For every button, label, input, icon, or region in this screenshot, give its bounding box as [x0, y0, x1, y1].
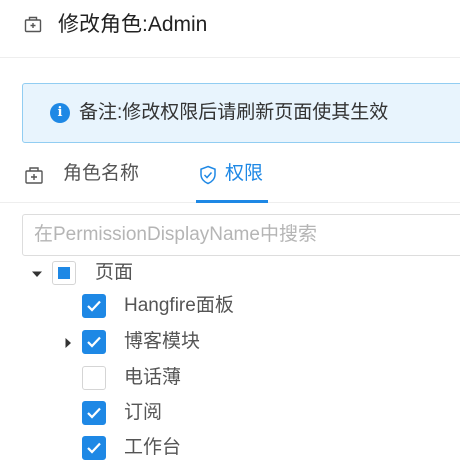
tree-node: Hangfire面板 — [0, 288, 460, 324]
tree-node-label: 页面 — [95, 262, 134, 283]
tab-role-name[interactable]: 角色名称 — [22, 150, 162, 202]
info-icon: i — [50, 103, 70, 123]
tab-label: 角色名称 — [63, 163, 140, 184]
tree-checkbox[interactable] — [82, 436, 106, 460]
tree-checkbox[interactable] — [82, 366, 106, 390]
page-title: 修改角色:Admin — [58, 13, 208, 36]
tab-permissions[interactable]: 权限 — [196, 150, 270, 203]
tree-node-label: 博客模块 — [124, 331, 201, 352]
shield-check-icon — [198, 165, 218, 185]
tree-checkbox[interactable] — [82, 294, 106, 318]
tree-node-label: 电话薄 — [124, 367, 182, 388]
tree-checkbox[interactable] — [82, 401, 106, 425]
tree-node-pages: 页面 — [0, 255, 460, 291]
role-icon — [24, 15, 42, 33]
tree-checkbox-indeterminate[interactable] — [52, 261, 76, 285]
search-input[interactable] — [23, 215, 460, 255]
role-icon — [24, 165, 44, 185]
tab-label: 权限 — [225, 163, 264, 184]
tree-node-label: 工作台 — [124, 437, 182, 458]
tree-node: 订阅 — [0, 395, 460, 431]
caret-right-icon[interactable] — [62, 336, 74, 348]
active-tab-indicator — [196, 200, 268, 203]
notice-text: 备注:修改权限后请刷新页面使其生效 — [79, 102, 389, 123]
tree-node: 博客模块 — [0, 324, 460, 360]
tree-node: 电话薄 — [0, 360, 460, 396]
tree-node-label: Hangfire面板 — [124, 295, 234, 316]
tree-node: 工作台 — [0, 430, 460, 465]
permission-search — [22, 214, 460, 256]
tree-node-label: 订阅 — [124, 402, 163, 423]
caret-down-icon[interactable] — [31, 267, 43, 279]
tab-bar: 角色名称 权限 — [0, 150, 460, 203]
notice-alert: i 备注:修改权限后请刷新页面使其生效 — [22, 83, 460, 143]
modal-header: 修改角色:Admin — [0, 0, 460, 58]
tree-checkbox[interactable] — [82, 330, 106, 354]
